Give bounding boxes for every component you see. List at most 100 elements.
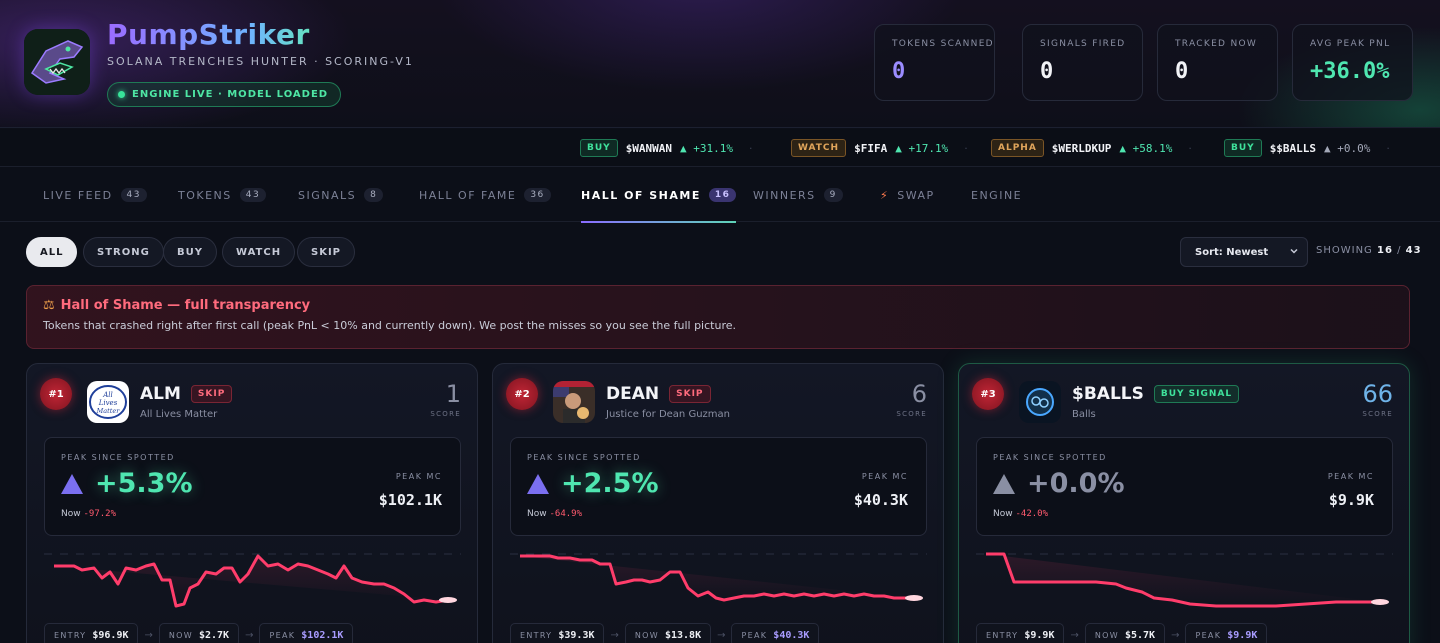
scales-icon: ⚖ [43, 298, 55, 313]
ticker-item[interactable]: BUY $$BALLS ▲ +0.0% · [1224, 139, 1390, 157]
peak-label: PEAK SINCE SPOTTED [527, 453, 641, 462]
token-full-name: Justice for Dean Guzman [606, 409, 730, 420]
now-label: Now [993, 509, 1013, 519]
ticker-separator: · [964, 141, 968, 155]
token-name-row: ALM SKIP [140, 384, 233, 404]
tab-count-badge: 9 [823, 188, 843, 202]
ticker-tag: ALPHA [991, 139, 1044, 157]
tab-count-badge: 8 [364, 188, 384, 202]
ticker-item[interactable]: BUY $WANWAN ▲ +31.1% · [580, 139, 753, 157]
showing-label: SHOWING [1316, 245, 1373, 256]
now-label: Now [527, 509, 547, 519]
arrow-right-icon: → [144, 629, 153, 641]
peak-value: $9.9K [1227, 629, 1258, 641]
entry-pill: ENTRY $96.9K [44, 623, 139, 643]
now-pill: NOW $5.7K [1084, 623, 1166, 643]
peak-pill: PEAK $9.9K [1185, 623, 1268, 643]
svg-text:Lives: Lives [98, 399, 118, 407]
arrow-right-icon: → [245, 629, 254, 641]
filter-skip[interactable]: SKIP [297, 237, 356, 267]
tab-label: SIGNALS [298, 188, 357, 202]
token-avatar [553, 381, 595, 423]
entry-label: ENTRY [54, 630, 87, 640]
peak-label: PEAK SINCE SPOTTED [993, 453, 1107, 462]
price-sparkline [976, 552, 1393, 608]
now-percent: -97.2% [83, 509, 116, 519]
tab-winners[interactable]: WINNERS 9 [753, 168, 843, 222]
filter-buy[interactable]: BUY [163, 237, 217, 267]
now-label: Now [61, 509, 81, 519]
token-card[interactable]: #1 All Lives Matter ALM SKIP All Lives M… [26, 363, 478, 643]
ticker-symbol: $WERLDKUP [1051, 141, 1112, 155]
signal-badge: SKIP [190, 385, 233, 403]
svg-text:Matter: Matter [96, 407, 121, 415]
engine-status-badge: ENGINE LIVE · MODEL LOADED [107, 82, 342, 107]
now-change: Now -42.0% [993, 509, 1048, 519]
app-header: PumpStriker SOLANA TRENCHES HUNTER · SCO… [0, 0, 1440, 128]
banner-description: Tokens that crashed right after first ca… [43, 319, 736, 332]
entry-value: $9.9K [1024, 629, 1055, 641]
peak-mc-block: PEAK MC $40.3K [854, 472, 908, 509]
now-change: Now -64.9% [527, 509, 582, 519]
peak-value-row: +5.3% [61, 468, 193, 499]
score-block: 6 SCORE [896, 380, 927, 418]
now-value: $2.7K [198, 629, 230, 641]
stat-signals-fired: SIGNALS FIRED 0 [1022, 24, 1143, 101]
peak-panel: PEAK SINCE SPOTTED +2.5% Now -64.9% PEAK… [510, 437, 927, 536]
showing-count: SHOWING 16 / 43 [1316, 245, 1422, 256]
ticker-item[interactable]: ALPHA $WERLDKUP ▲ +58.1% · [991, 139, 1192, 157]
now-value: $5.7K [1124, 629, 1156, 641]
app-title: PumpStriker [107, 18, 310, 51]
stat-value: +36.0% [1310, 59, 1390, 84]
ticker-separator: · [749, 141, 753, 155]
token-card[interactable]: #3 $BALLS BUY SIGNAL Balls 66 SCORE PEAK… [958, 363, 1410, 643]
peak-value-row: +0.0% [993, 468, 1125, 499]
filter-watch[interactable]: WATCH [222, 237, 296, 267]
tab-hall-of-shame[interactable]: HALL OF SHAME 16 [581, 168, 737, 223]
stat-value: 0 [892, 59, 906, 84]
entry-pill: ENTRY $9.9K [976, 623, 1065, 643]
ticker-tag: BUY [1224, 139, 1262, 157]
peak-value: $40.3K [773, 629, 810, 641]
ticker-change: ▲ +17.1% [895, 141, 949, 155]
ticker-change: ▲ +0.0% [1324, 141, 1371, 155]
now-pill: NOW $13.8K [624, 623, 712, 643]
tab-hall-of-fame[interactable]: HALL OF FAME 36 [419, 168, 551, 222]
now-percent: -42.0% [1015, 509, 1048, 519]
peak-percent: +0.0% [1027, 468, 1125, 499]
tab-tokens[interactable]: TOKENS 43 [178, 168, 267, 222]
tab-live-feed[interactable]: LIVE FEED 43 [43, 168, 147, 222]
peak-pill-label: PEAK [741, 630, 768, 640]
ticker-change: ▲ +31.1% [680, 141, 734, 155]
stat-label: TRACKED NOW [1175, 39, 1258, 49]
tab-engine[interactable]: ENGINE [971, 168, 1022, 222]
signal-ticker: BUY $WANWAN ▲ +31.1% · WATCH $FIFA ▲ +17… [0, 129, 1440, 167]
ticker-separator: · [1386, 141, 1390, 155]
score-value: 6 [911, 380, 927, 408]
filter-strong[interactable]: STRONG [83, 237, 164, 267]
token-symbol: DEAN [606, 384, 660, 404]
filter-all[interactable]: ALL [26, 237, 78, 267]
token-card[interactable]: #2 DEAN SKIP Justice for Dean Guzman 6 S… [492, 363, 944, 643]
price-sparkline [510, 553, 927, 602]
sort-select[interactable]: Sort: Newest [1180, 237, 1308, 267]
ticker-separator: · [1188, 141, 1192, 155]
sort-label: Sort: Newest [1195, 246, 1269, 258]
stat-value: 0 [1175, 59, 1189, 84]
score-label: SCORE [430, 410, 461, 418]
token-symbol: $BALLS [1072, 384, 1144, 404]
banner-title: Hall of Shame — full transparency [60, 298, 311, 313]
peak-mc-block: PEAK MC $102.1K [379, 472, 442, 509]
stat-avg-peak-pnl: AVG PEAK PNL +36.0% [1292, 24, 1413, 101]
mc-pills: ENTRY $9.9K → NOW $5.7K → PEAK $9.9K [976, 623, 1268, 643]
now-percent: -64.9% [549, 509, 582, 519]
stat-value: 0 [1040, 59, 1054, 84]
tab-label: WINNERS [753, 188, 816, 202]
stat-label: TOKENS SCANNED [892, 39, 994, 49]
token-name-row: DEAN SKIP [606, 384, 711, 404]
tab-swap[interactable]: ⚡ SWAP [880, 168, 935, 222]
peak-mc-value: $102.1K [378, 491, 442, 509]
ticker-item[interactable]: WATCH $FIFA ▲ +17.1% · [791, 139, 968, 157]
status-dot-icon [118, 91, 125, 98]
tab-signals[interactable]: SIGNALS 8 [298, 168, 384, 222]
